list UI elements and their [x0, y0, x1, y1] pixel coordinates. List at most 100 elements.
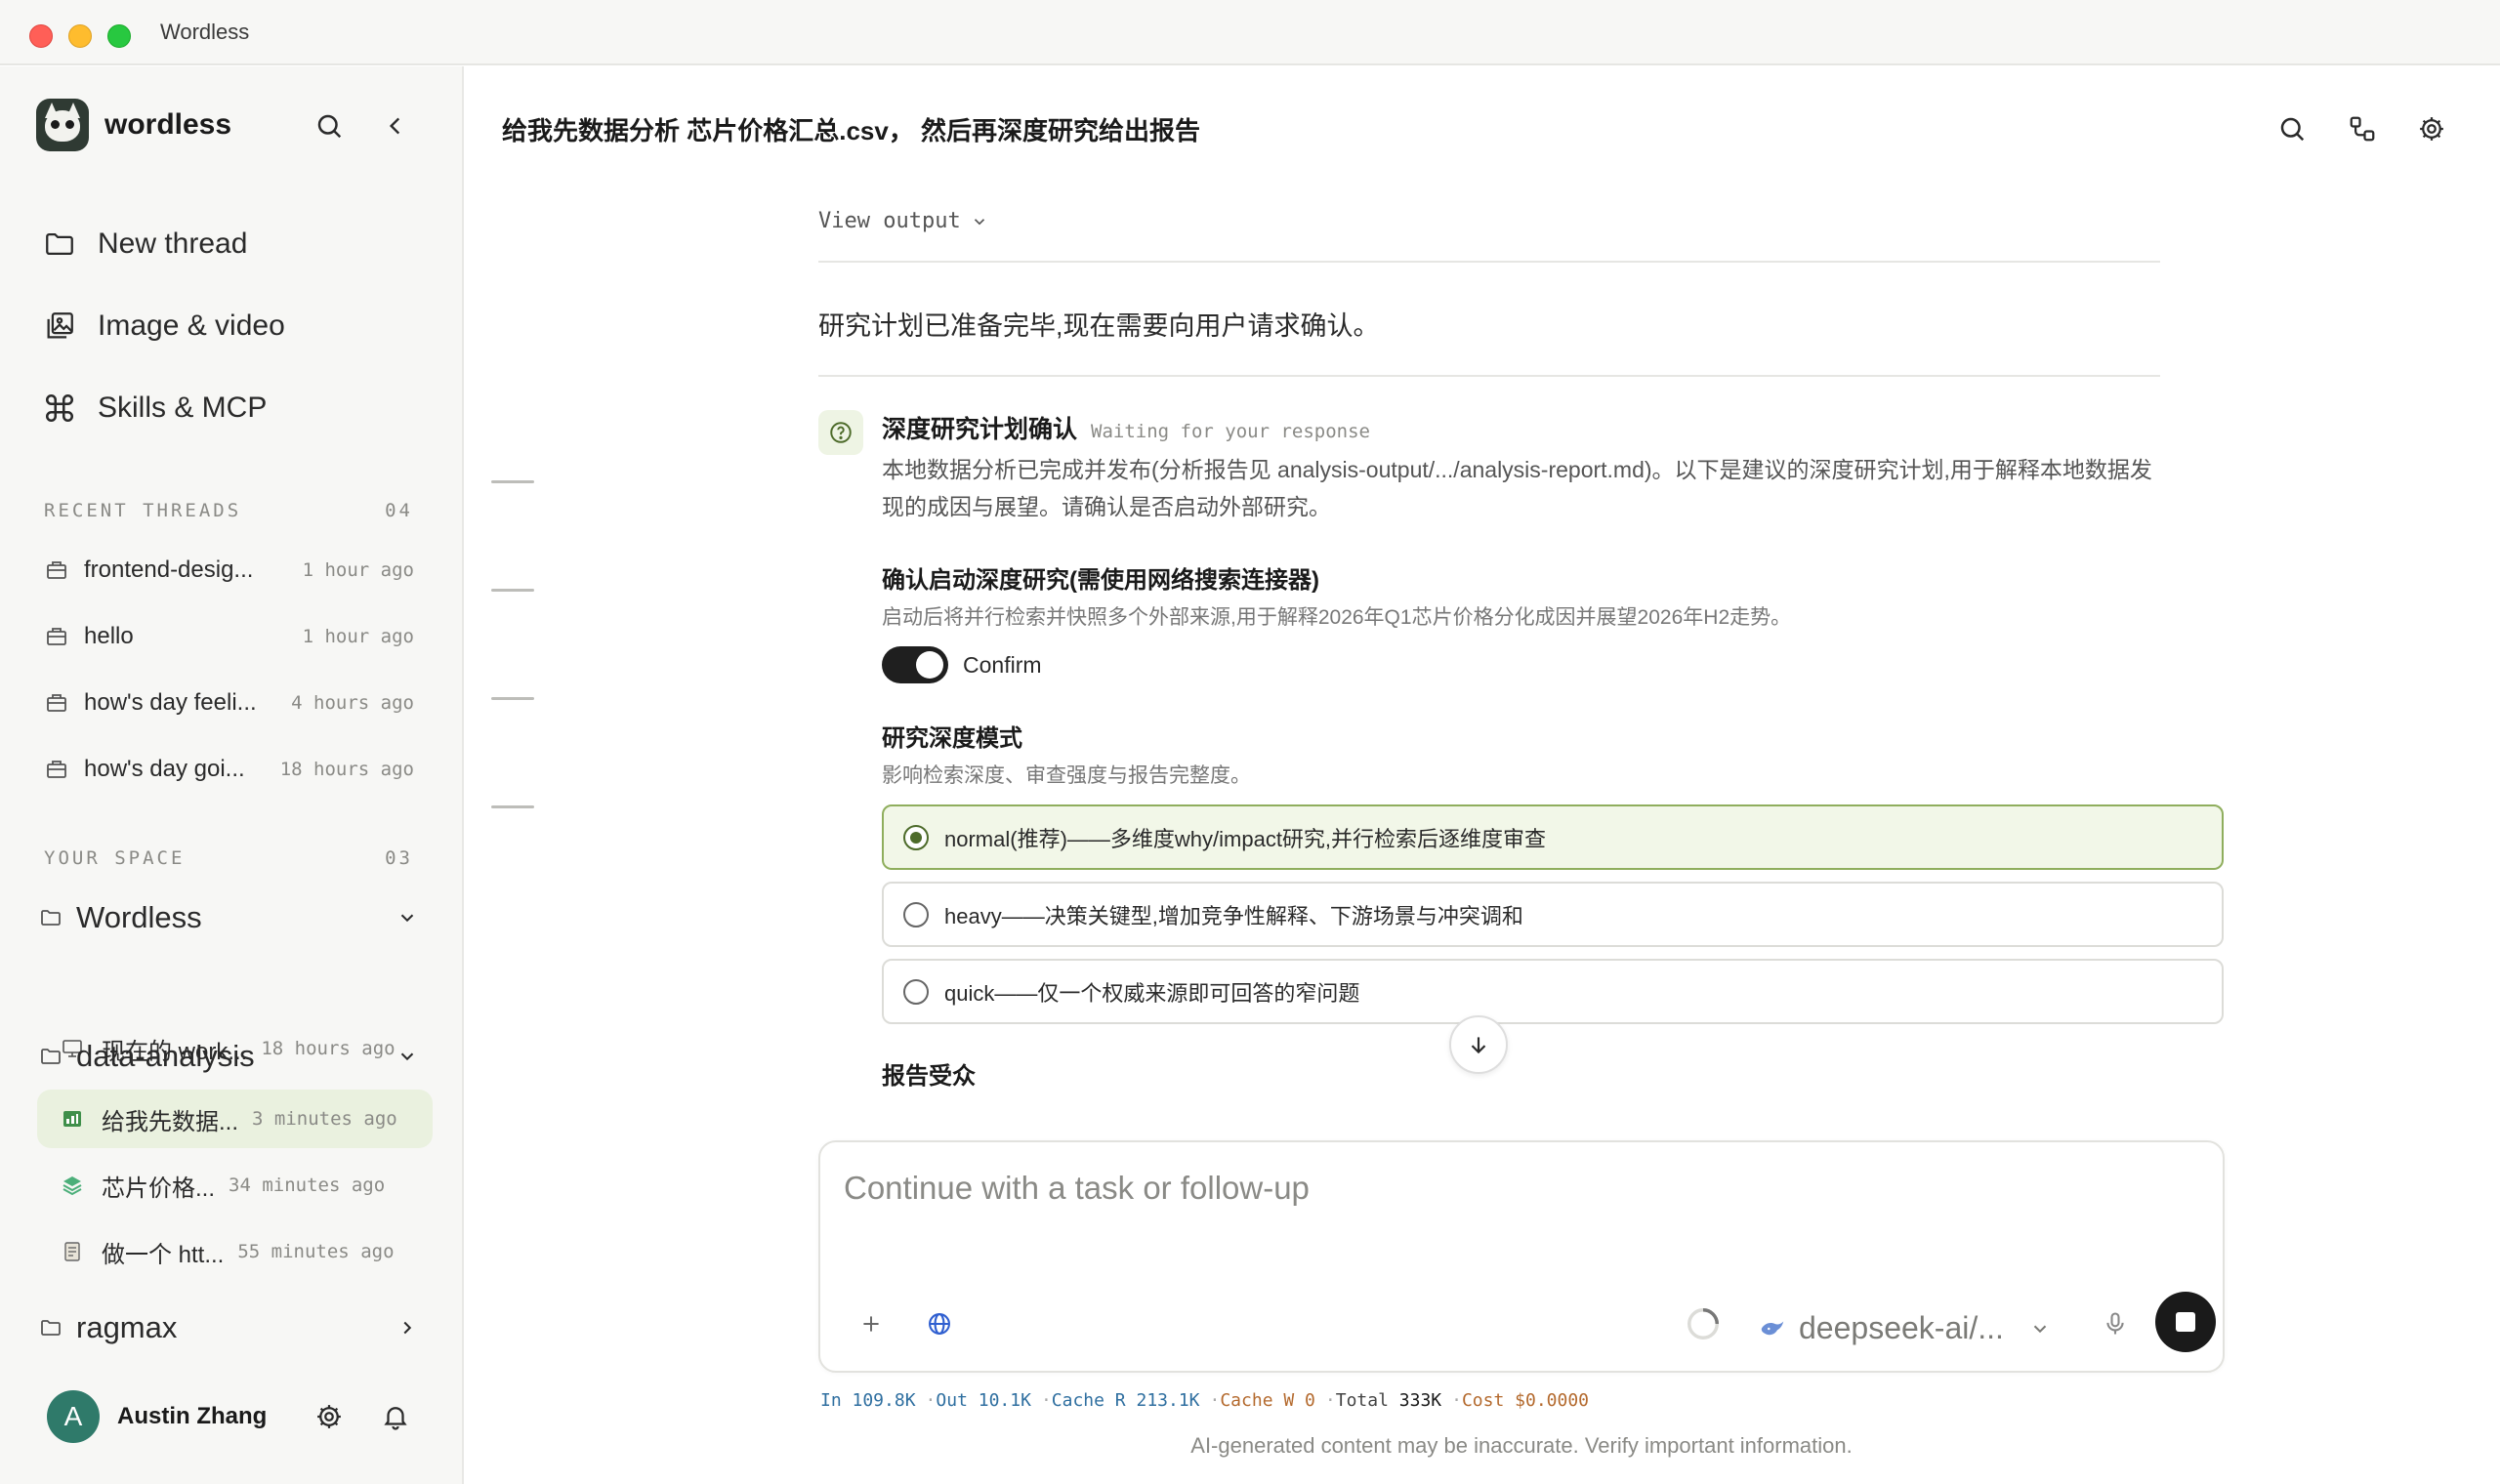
- stat-total-value: 333K: [1398, 1390, 1442, 1411]
- image-video-button[interactable]: Image & video: [43, 303, 285, 350]
- recent-thread-item[interactable]: frontend-desig... 1 hour ago: [43, 549, 414, 592]
- brand-name: wordless: [104, 108, 232, 141]
- chevron-down-icon: [974, 218, 984, 225]
- thread-label: 做一个 htt...: [102, 1241, 225, 1268]
- folder-icon: [41, 1320, 61, 1336]
- folder-label: ragmax: [76, 1310, 178, 1344]
- search-icon[interactable]: [2272, 109, 2312, 148]
- composer-input[interactable]: Continue with a task or follow-up: [844, 1170, 1310, 1207]
- recent-threads-count: 04: [385, 500, 413, 521]
- confirm-field-description: 启动后将并行检索并快照多个外部来源,用于解释2026年Q1芯片价格分化成因并展望…: [882, 606, 1792, 629]
- briefcase-icon: [43, 556, 70, 584]
- folder-ragmax[interactable]: ragmax: [39, 1304, 418, 1351]
- skills-mcp-label: Skills & MCP: [98, 392, 268, 424]
- briefcase-icon: [43, 689, 70, 717]
- thread-label: how's day goi...: [84, 756, 245, 782]
- model-selector[interactable]: deepseek-ai/...: [1758, 1310, 2051, 1346]
- user-profile[interactable]: A Austin Zhang: [47, 1390, 267, 1443]
- composer[interactable]: Continue with a task or follow-up deepse…: [818, 1140, 2225, 1373]
- scroll-down-button[interactable]: [1449, 1015, 1508, 1074]
- thread-label: 给我先数据...: [102, 1108, 239, 1135]
- scroll-marker[interactable]: [491, 480, 534, 483]
- maximize-window-button[interactable]: [107, 24, 131, 48]
- layers-icon: [59, 1172, 86, 1199]
- wordless-logo-icon: [36, 99, 89, 151]
- depth-field-description: 影响检索深度、审查强度与报告完整度。: [882, 764, 1251, 787]
- recent-thread-item[interactable]: hello 1 hour ago: [43, 615, 414, 658]
- close-window-button[interactable]: [29, 24, 53, 48]
- new-thread-button[interactable]: New thread: [43, 221, 247, 268]
- question-title-text: 深度研究计划确认: [882, 416, 1078, 443]
- minimize-window-button[interactable]: [68, 24, 92, 48]
- folder-icon: [46, 232, 73, 256]
- arrow-down-icon: [1471, 1037, 1486, 1054]
- folder-thread-item[interactable]: 做一个 htt... 55 minutes ago: [37, 1222, 433, 1281]
- stat-cache-read: Cache R 213.1K: [1051, 1390, 1200, 1411]
- depth-field-title: 研究深度模式: [882, 725, 1022, 752]
- avatar: A: [47, 1390, 100, 1443]
- question-description: 本地数据分析已完成并发布(分析报告见 analysis-output/.../a…: [882, 457, 2152, 519]
- radio[interactable]: [903, 978, 929, 1005]
- thread-title: 给我先数据分析 芯片价格汇总.csv， 然后再深度研究给出报告: [502, 116, 1201, 145]
- your-space-header: YOUR SPACE 03: [44, 847, 413, 869]
- thread-time: 34 minutes ago: [229, 1175, 386, 1196]
- your-space-title: YOUR SPACE: [44, 847, 186, 869]
- chevron-right-icon[interactable]: [396, 1317, 418, 1339]
- folder-thread-item-active[interactable]: 给我先数据... 3 minutes ago: [37, 1090, 433, 1148]
- chevron-down-icon[interactable]: [396, 907, 418, 928]
- chevron-down-icon: [2033, 1325, 2047, 1333]
- main-panel: 给我先数据分析 芯片价格汇总.csv， 然后再深度研究给出报告 View out…: [466, 66, 2500, 1484]
- waiting-status: Waiting for your response: [1091, 421, 1370, 442]
- folder-thread-item[interactable]: 芯片价格... 34 minutes ago: [37, 1156, 433, 1215]
- recent-threads-title: RECENT THREADS: [44, 500, 242, 521]
- stat-total-label: Total: [1335, 1390, 1389, 1411]
- skills-mcp-button[interactable]: Skills & MCP: [43, 385, 267, 432]
- notifications-bell-icon[interactable]: [379, 1400, 412, 1433]
- workflow-icon[interactable]: [2343, 109, 2382, 148]
- scroll-marker[interactable]: [491, 805, 534, 808]
- stat-cache-write: Cache W 0: [1220, 1390, 1315, 1411]
- new-thread-label: New thread: [98, 227, 248, 260]
- microphone-icon[interactable]: [2098, 1306, 2133, 1341]
- recent-thread-item[interactable]: how's day feeli... 4 hours ago: [43, 681, 414, 724]
- audience-field-title: 报告受众: [882, 1063, 976, 1090]
- sidebar-search-icon[interactable]: [312, 109, 346, 143]
- thread-label: 芯片价格...: [102, 1175, 216, 1202]
- depth-option-normal[interactable]: normal(推荐)——多维度why/impact研究,并行检索后逐维度审查: [882, 804, 2224, 870]
- window-title: Wordless: [160, 20, 250, 44]
- your-space-count: 03: [385, 847, 413, 869]
- gear-icon[interactable]: [2412, 109, 2451, 148]
- chart-image-icon: [59, 1105, 86, 1133]
- token-usage-stats: In 109.8K ·Out 10.1K ·Cache R 213.1K ·Cache…: [820, 1390, 1590, 1411]
- thread-time: 3 minutes ago: [252, 1108, 397, 1130]
- option-label: normal(推荐)——多维度why/impact研究,并行检索后逐维度审查: [944, 826, 1547, 851]
- option-label: quick——仅一个权威来源即可回答的窄问题: [944, 980, 1360, 1006]
- stop-generation-button[interactable]: [2155, 1292, 2216, 1357]
- user-name: Austin Zhang: [117, 1403, 268, 1429]
- brand[interactable]: wordless: [36, 98, 231, 152]
- thread-label: hello: [84, 623, 134, 649]
- recent-thread-item[interactable]: how's day goi... 18 hours ago: [43, 748, 414, 791]
- radio-selected[interactable]: [903, 824, 929, 850]
- sidebar: wordless New thread Image & video Skills…: [0, 66, 464, 1484]
- question-icon: [818, 410, 863, 455]
- view-output-toggle[interactable]: View output: [818, 209, 988, 233]
- chevron-down-icon[interactable]: [396, 1046, 418, 1067]
- scroll-marker[interactable]: [491, 589, 534, 592]
- assistant-status-text: 研究计划已准备完毕,现在需要向用户请求确认。: [818, 311, 1380, 341]
- folder-data-analysis[interactable]: data-analysis: [39, 1033, 418, 1080]
- scroll-marker[interactable]: [491, 697, 534, 700]
- depth-option-heavy[interactable]: heavy——决策关键型,增加竞争性解释、下游场景与冲突调和: [882, 882, 2224, 947]
- depth-option-quick[interactable]: quick——仅一个权威来源即可回答的窄问题: [882, 959, 2224, 1024]
- plus-icon[interactable]: [855, 1308, 887, 1340]
- recent-threads-header: RECENT THREADS 04: [44, 500, 413, 521]
- settings-gear-icon[interactable]: [312, 1400, 346, 1433]
- briefcase-icon: [43, 623, 70, 650]
- thread-time: 1 hour ago: [302, 626, 414, 647]
- ai-disclaimer: AI-generated content may be inaccurate. …: [1190, 1433, 1853, 1458]
- web-search-globe-icon[interactable]: [924, 1308, 955, 1340]
- radio[interactable]: [903, 901, 929, 928]
- confirm-toggle[interactable]: [882, 646, 948, 683]
- collapse-sidebar-chevron-left-icon[interactable]: [379, 109, 412, 143]
- folder-wordless[interactable]: Wordless: [39, 894, 418, 941]
